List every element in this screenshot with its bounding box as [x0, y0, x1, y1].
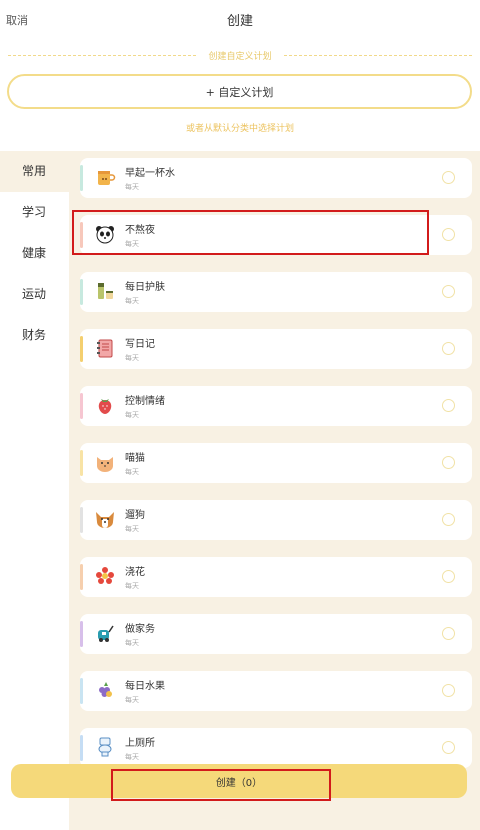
- plan-select-radio[interactable]: [442, 342, 455, 355]
- plan-select-radio[interactable]: [442, 456, 455, 469]
- create-button[interactable]: 创建（0）: [11, 764, 467, 798]
- plan-card[interactable]: 早起一杯水 每天: [80, 158, 472, 198]
- cup-icon: [98, 171, 116, 185]
- plan-frequency: 每天: [125, 183, 139, 191]
- sidebar-item-study[interactable]: 学习: [0, 192, 69, 233]
- plan-name: 每日护肤: [125, 282, 165, 293]
- plan-frequency: 每天: [125, 240, 139, 248]
- plan-frequency: 每天: [125, 297, 139, 305]
- card-color-bar: [80, 450, 83, 476]
- plan-frequency: 每天: [125, 411, 139, 419]
- card-color-bar: [80, 621, 83, 647]
- plan-card[interactable]: 每日水果 每天: [80, 671, 472, 711]
- plan-name: 做家务: [125, 624, 155, 635]
- plan-select-radio[interactable]: [442, 627, 455, 640]
- card-color-bar: [80, 222, 83, 248]
- card-color-bar: [80, 336, 83, 362]
- plan-frequency: 每天: [125, 582, 139, 590]
- card-color-bar: [80, 507, 83, 533]
- plan-name: 上厕所: [125, 738, 155, 749]
- diary-icon: [97, 339, 113, 358]
- create-button-label: 创建（0）: [215, 778, 263, 789]
- custom-plan-button-label: + 自定义计划: [205, 86, 274, 99]
- plan-card[interactable]: 浇花 每天: [80, 557, 472, 597]
- vacuum-icon: [98, 625, 114, 642]
- dog-icon: [96, 512, 114, 528]
- plan-select-radio[interactable]: [442, 570, 455, 583]
- plan-select-radio[interactable]: [442, 228, 455, 241]
- plan-name: 浇花: [125, 567, 145, 578]
- plan-card[interactable]: 遛狗 每天: [80, 500, 472, 540]
- category-hint: 或者从默认分类中选择计划: [185, 124, 294, 134]
- plan-name: 控制情绪: [125, 396, 165, 407]
- cat-icon: [97, 457, 113, 472]
- plan-name: 遛狗: [125, 510, 145, 521]
- strawberry-icon: [98, 399, 112, 414]
- plan-list: 早起一杯水 每天 不熬夜 每天 每日护肤 每天 写日记 每天 控制情绪 每天 喵…: [69, 151, 480, 830]
- custom-plan-divider: 创建自定义计划: [0, 47, 480, 63]
- card-color-bar: [80, 279, 83, 305]
- card-color-bar: [80, 564, 83, 590]
- plan-frequency: 每天: [125, 639, 139, 647]
- sidebar-item-common[interactable]: 常用: [0, 151, 69, 192]
- fruit-icon: [99, 682, 112, 697]
- plan-name: 喵猫: [125, 453, 145, 464]
- card-color-bar: [80, 165, 83, 191]
- plan-frequency: 每天: [125, 354, 139, 362]
- divider-line-right: [284, 55, 472, 56]
- plan-card[interactable]: 做家务 每天: [80, 614, 472, 654]
- toilet-icon: [98, 737, 112, 757]
- plan-card[interactable]: 不熬夜 每天: [80, 215, 472, 255]
- category-sidebar: 常用 学习 健康 运动 财务: [0, 151, 69, 830]
- sidebar-item-sports[interactable]: 运动: [0, 274, 69, 315]
- plan-name: 早起一杯水: [125, 168, 175, 179]
- plan-select-radio[interactable]: [442, 741, 455, 754]
- flower-icon: [96, 567, 114, 584]
- plan-name: 每日水果: [125, 681, 165, 692]
- plan-name: 写日记: [125, 339, 155, 350]
- plan-select-radio[interactable]: [442, 285, 455, 298]
- plan-select-radio[interactable]: [442, 399, 455, 412]
- plan-frequency: 每天: [125, 696, 139, 704]
- plan-card[interactable]: 喵猫 每天: [80, 443, 472, 483]
- plan-card[interactable]: 每日护肤 每天: [80, 272, 472, 312]
- plan-frequency: 每天: [125, 753, 139, 761]
- plan-card[interactable]: 写日记 每天: [80, 329, 472, 369]
- plan-select-radio[interactable]: [442, 684, 455, 697]
- plan-card[interactable]: 控制情绪 每天: [80, 386, 472, 426]
- plan-select-radio[interactable]: [442, 171, 455, 184]
- card-color-bar: [80, 393, 83, 419]
- plan-select-radio[interactable]: [442, 513, 455, 526]
- sidebar-item-health[interactable]: 健康: [0, 233, 69, 274]
- card-color-bar: [80, 678, 83, 704]
- plan-card[interactable]: 上厕所 每天: [80, 728, 472, 768]
- plan-frequency: 每天: [125, 525, 139, 533]
- page-title: 创建: [226, 14, 253, 29]
- plan-name: 不熬夜: [125, 225, 155, 236]
- custom-plan-button[interactable]: + 自定义计划: [7, 74, 472, 109]
- skincare-icon: [98, 283, 113, 299]
- plan-frequency: 每天: [125, 468, 139, 476]
- card-color-bar: [80, 735, 83, 761]
- top-bar: 取消 创建: [0, 0, 480, 40]
- panda-icon: [96, 226, 114, 244]
- sidebar-item-finance[interactable]: 财务: [0, 315, 69, 356]
